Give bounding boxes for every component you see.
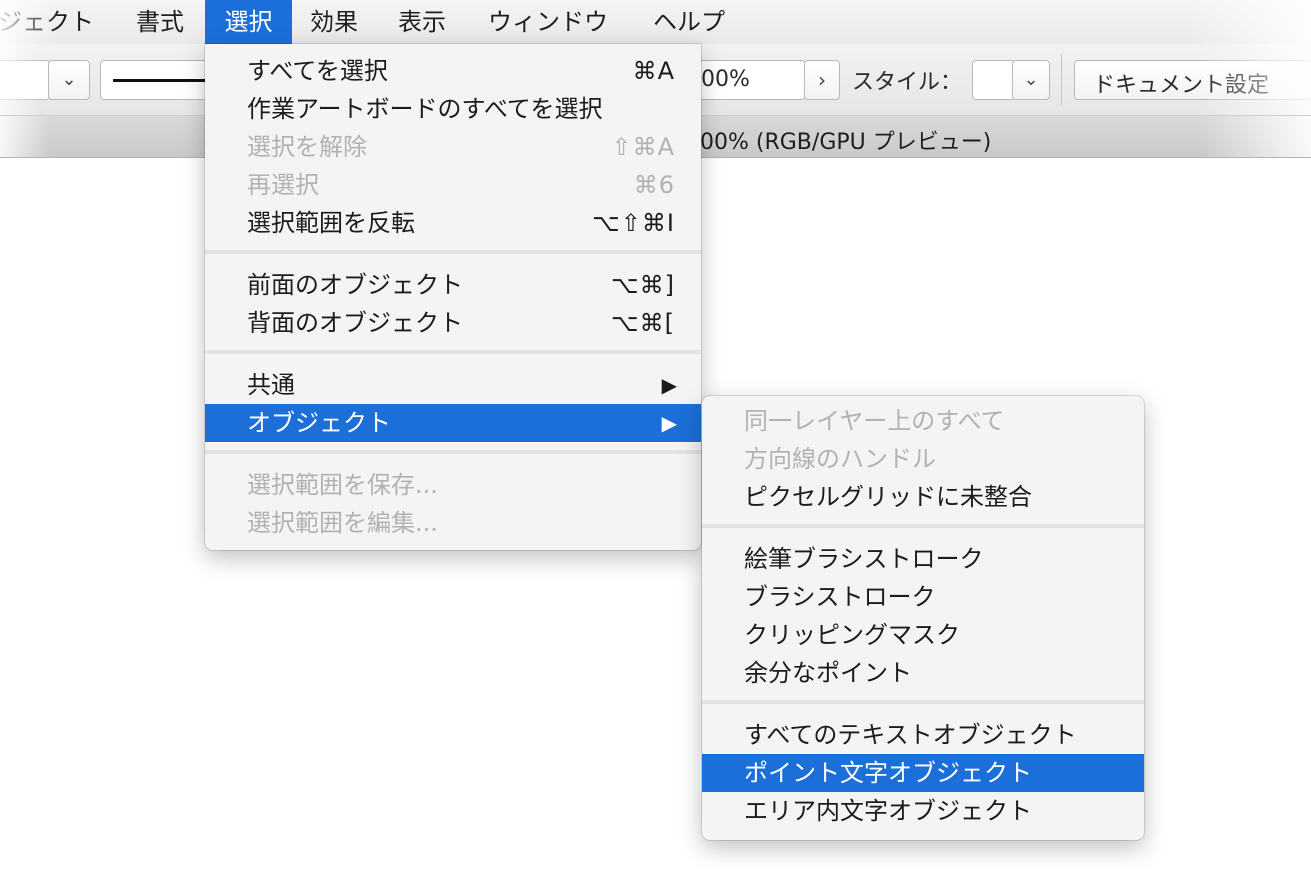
- stroke-weight-dropdown[interactable]: ⌄: [48, 60, 90, 100]
- submenu-item-area-type-objects[interactable]: エリア内文字オブジェクト: [702, 792, 1144, 830]
- chevron-down-icon: ⌄: [61, 69, 77, 90]
- menu-select[interactable]: 選択: [205, 0, 292, 44]
- menu-help[interactable]: ヘルプ: [641, 0, 737, 44]
- submenu-item-stray-points[interactable]: 余分なポイント: [702, 654, 1144, 692]
- menu-item-reselect: 再選択 ⌘6: [205, 166, 701, 204]
- chevron-down-icon: ⌄: [1023, 69, 1039, 90]
- menu-bar: ジェクト 書式 選択 効果 表示 ウィンドウ ヘルプ: [0, 0, 1311, 44]
- stroke-line-preview: [113, 79, 209, 82]
- menu-item-object[interactable]: オブジェクト ▶: [205, 404, 701, 442]
- menu-item-label: 作業アートボードのすべてを選択: [247, 95, 603, 123]
- menu-item-shortcut: ⌥⇧⌘I: [592, 209, 675, 237]
- menu-window[interactable]: ウィンドウ: [476, 0, 620, 44]
- menu-item-label: 背面のオブジェクト: [247, 309, 463, 337]
- select-menu: すべてを選択 ⌘A 作業アートボードのすべてを選択 選択を解除 ⇧⌘A 再選択 …: [205, 44, 701, 550]
- menu-item-label: 選択範囲を保存...: [247, 471, 438, 499]
- submenu-arrow-icon: ▶: [661, 373, 677, 397]
- menu-item-save-selection: 選択範囲を保存...: [205, 466, 701, 504]
- submenu-item-not-aligned-to-pixel-grid[interactable]: ピクセルグリッドに未整合: [702, 478, 1144, 516]
- menu-item-next-object-below[interactable]: 背面のオブジェクト ⌥⌘[: [205, 304, 701, 342]
- menu-item-shortcut: ⌥⌘[: [610, 309, 675, 337]
- submenu-item-all-text-objects[interactable]: すべてのテキストオブジェクト: [702, 716, 1144, 754]
- menu-item-label: 再選択: [247, 171, 319, 199]
- menu-item-label: 選択範囲を編集...: [247, 509, 438, 537]
- opacity-field[interactable]: 00%: [690, 60, 806, 100]
- menu-item-label: 同一レイヤー上のすべて: [744, 407, 1005, 435]
- menu-item-shortcut: ⌥⌘]: [610, 271, 675, 299]
- menu-separator: [205, 450, 701, 454]
- menu-item-label: ポイント文字オブジェクト: [744, 759, 1032, 787]
- toolbar-divider: [1061, 54, 1062, 106]
- stroke-weight-field[interactable]: [0, 60, 50, 100]
- menu-item-select-all[interactable]: すべてを選択 ⌘A: [205, 52, 701, 90]
- menu-item-shortcut: ⇧⌘A: [611, 133, 675, 161]
- menu-type[interactable]: 書式: [124, 0, 196, 44]
- submenu-item-bristle-brush-strokes[interactable]: 絵筆ブラシストローク: [702, 540, 1144, 578]
- menu-item-label: 選択を解除: [247, 133, 367, 161]
- menu-item-label: オブジェクト: [247, 409, 391, 437]
- opacity-value: 00%: [701, 67, 750, 92]
- style-swatch[interactable]: [972, 60, 1016, 100]
- menu-item-label: ブラシストローク: [744, 583, 936, 611]
- object-submenu: 同一レイヤー上のすべて 方向線のハンドル ピクセルグリッドに未整合 絵筆ブラシス…: [702, 396, 1144, 840]
- menu-item-next-object-above[interactable]: 前面のオブジェクト ⌥⌘]: [205, 266, 701, 304]
- menu-item-edit-selection: 選択範囲を編集...: [205, 504, 701, 542]
- style-label: スタイル：: [852, 70, 963, 95]
- stroke-profile-select[interactable]: [100, 60, 210, 100]
- submenu-arrow-icon: ▶: [661, 411, 677, 435]
- menu-item-label: 選択範囲を反転: [247, 209, 415, 237]
- menu-effect[interactable]: 効果: [298, 0, 370, 44]
- menu-object[interactable]: ジェクト: [0, 0, 106, 44]
- submenu-item-all-on-same-layers: 同一レイヤー上のすべて: [702, 402, 1144, 440]
- submenu-item-clipping-masks[interactable]: クリッピングマスク: [702, 616, 1144, 654]
- menu-item-label: ピクセルグリッドに未整合: [744, 483, 1032, 511]
- menu-separator: [702, 700, 1144, 704]
- menu-view[interactable]: 表示: [386, 0, 458, 44]
- menu-item-label: 余分なポイント: [744, 659, 912, 687]
- menu-item-deselect: 選択を解除 ⇧⌘A: [205, 128, 701, 166]
- menu-item-same[interactable]: 共通 ▶: [205, 366, 701, 404]
- submenu-item-direction-handles: 方向線のハンドル: [702, 440, 1144, 478]
- chevron-right-icon: ›: [818, 68, 826, 92]
- menu-item-label: 前面のオブジェクト: [247, 271, 463, 299]
- document-tab-title[interactable]: 00% (RGB/GPU プレビュー): [700, 124, 991, 156]
- menu-item-shortcut: ⌘A: [632, 57, 675, 85]
- menu-item-shortcut: ⌘6: [633, 171, 675, 199]
- opacity-stepper-button[interactable]: ›: [804, 60, 840, 100]
- submenu-item-brush-strokes[interactable]: ブラシストローク: [702, 578, 1144, 616]
- menu-item-label: すべてのテキストオブジェクト: [744, 721, 1077, 749]
- submenu-item-point-type-objects[interactable]: ポイント文字オブジェクト: [702, 754, 1144, 792]
- menu-separator: [205, 350, 701, 354]
- menu-item-label: 方向線のハンドル: [744, 445, 936, 473]
- menu-item-label: エリア内文字オブジェクト: [744, 797, 1032, 825]
- menu-item-inverse-selection[interactable]: 選択範囲を反転 ⌥⇧⌘I: [205, 204, 701, 242]
- style-dropdown[interactable]: ⌄: [1012, 60, 1050, 100]
- menu-separator: [702, 524, 1144, 528]
- menu-separator: [205, 250, 701, 254]
- menu-item-label: 共通: [247, 371, 295, 399]
- menu-item-label: 絵筆ブラシストローク: [744, 545, 984, 573]
- document-settings-label: ドキュメント設定: [1093, 73, 1270, 98]
- document-settings-button[interactable]: ドキュメント設定: [1074, 60, 1311, 100]
- menu-item-label: すべてを選択: [247, 57, 388, 85]
- menu-item-label: クリッピングマスク: [744, 621, 960, 649]
- menu-item-select-all-artboard[interactable]: 作業アートボードのすべてを選択: [205, 90, 701, 128]
